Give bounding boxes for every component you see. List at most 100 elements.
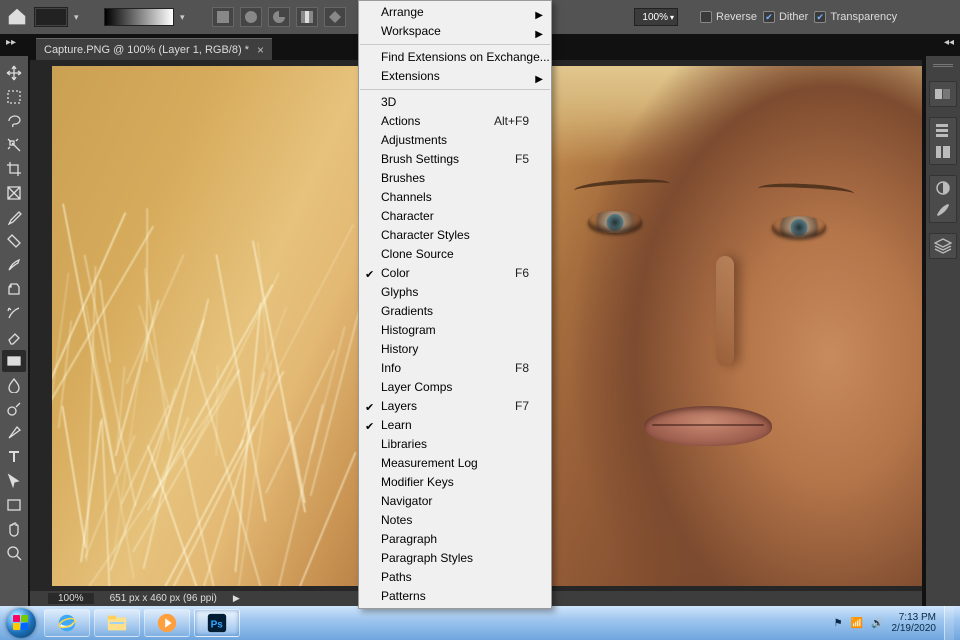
taskbar-internet-explorer[interactable]	[44, 609, 90, 637]
tool-path-select[interactable]	[2, 470, 26, 492]
menu-item-adjustments[interactable]: Adjustments	[359, 131, 551, 150]
opacity-input[interactable]: 100%▾	[634, 8, 678, 26]
tool-frame[interactable]	[2, 182, 26, 204]
menu-item-paths[interactable]: Paths	[359, 568, 551, 587]
gradient-linear-icon[interactable]	[212, 7, 234, 27]
tool-move[interactable]	[2, 62, 26, 84]
menu-item-brushes[interactable]: Brushes	[359, 169, 551, 188]
menu-item-info[interactable]: InfoF8	[359, 359, 551, 378]
document-title: Capture.PNG @ 100% (Layer 1, RGB/8) *	[44, 44, 249, 56]
menu-item-paragraph-styles[interactable]: Paragraph Styles	[359, 549, 551, 568]
menu-item-libraries[interactable]: Libraries	[359, 435, 551, 454]
adjustments-panel-icon	[934, 180, 952, 196]
home-icon[interactable]	[6, 6, 28, 28]
menu-item-patterns[interactable]: Patterns	[359, 587, 551, 606]
learn-panel-icon	[934, 122, 952, 138]
color-panel-icon	[934, 86, 952, 102]
menu-item-find-extensions-on-exchange[interactable]: Find Extensions on Exchange...	[359, 48, 551, 67]
show-desktop-button[interactable]	[944, 606, 954, 640]
tool-lasso[interactable]	[2, 110, 26, 132]
tool-marquee[interactable]	[2, 86, 26, 108]
menu-item-modifier-keys[interactable]: Modifier Keys	[359, 473, 551, 492]
menu-item-brush-settings[interactable]: Brush SettingsF5	[359, 150, 551, 169]
zoom-input[interactable]: 100%	[48, 593, 94, 604]
dither-checkbox[interactable]: Dither	[763, 11, 808, 23]
panel-group-adjustments[interactable]	[929, 175, 957, 223]
tool-gradient[interactable]	[2, 350, 26, 372]
menu-item-histogram[interactable]: Histogram	[359, 321, 551, 340]
shortcut-label: F6	[515, 264, 529, 283]
menu-item-character[interactable]: Character	[359, 207, 551, 226]
menu-item-character-styles[interactable]: Character Styles	[359, 226, 551, 245]
foreground-swatch[interactable]	[34, 7, 68, 27]
transparency-checkbox[interactable]: Transparency	[814, 11, 897, 23]
gradient-radial-icon[interactable]	[240, 7, 262, 27]
tool-eraser[interactable]	[2, 326, 26, 348]
menu-item-channels[interactable]: Channels	[359, 188, 551, 207]
shortcut-label: Alt+F9	[494, 112, 529, 131]
menu-item-clone-source[interactable]: Clone Source	[359, 245, 551, 264]
menu-item-workspace[interactable]: Workspace▶	[359, 22, 551, 41]
start-button[interactable]	[0, 606, 42, 640]
shortcut-label: F5	[515, 150, 529, 169]
taskbar-photoshop[interactable]: Ps	[194, 609, 240, 637]
panel-group-color[interactable]	[929, 81, 957, 107]
chevron-down-icon[interactable]: ▾	[180, 12, 190, 23]
menu-item-learn[interactable]: Learn✔	[359, 416, 551, 435]
menu-item-actions[interactable]: ActionsAlt+F9	[359, 112, 551, 131]
gradient-reflected-icon[interactable]	[296, 7, 318, 27]
tool-magic-wand[interactable]	[2, 134, 26, 156]
tray-network-icon[interactable]: 📶	[851, 618, 863, 629]
taskbar-media-player[interactable]	[144, 609, 190, 637]
menu-item-gradients[interactable]: Gradients	[359, 302, 551, 321]
window-menu: Arrange▶Workspace▶ Find Extensions on Exc…	[358, 0, 552, 609]
tool-history-brush[interactable]	[2, 302, 26, 324]
panel-group-layers[interactable]	[929, 233, 957, 259]
expand-panels-right-icon[interactable]: ◂◂	[944, 37, 954, 48]
menu-item-layer-comps[interactable]: Layer Comps	[359, 378, 551, 397]
reverse-checkbox[interactable]: Reverse	[700, 11, 757, 23]
tool-rectangle[interactable]	[2, 494, 26, 516]
tray-flag-icon[interactable]: ⚑	[834, 618, 843, 629]
tool-healing[interactable]	[2, 230, 26, 252]
tool-hand[interactable]	[2, 518, 26, 540]
menu-item-measurement-log[interactable]: Measurement Log	[359, 454, 551, 473]
svg-text:Ps: Ps	[211, 620, 224, 631]
tool-dodge[interactable]	[2, 398, 26, 420]
submenu-arrow-icon: ▶	[535, 25, 543, 44]
menu-item-arrange[interactable]: Arrange▶	[359, 3, 551, 22]
chevron-down-icon[interactable]: ▾	[74, 12, 84, 23]
tool-blur[interactable]	[2, 374, 26, 396]
gradient-preview[interactable]	[104, 8, 174, 26]
system-tray: ⚑ 📶 🔊 7:13 PM 2/19/2020	[834, 606, 960, 640]
close-icon[interactable]: ×	[257, 43, 264, 57]
menu-item-3d[interactable]: 3D	[359, 93, 551, 112]
menu-item-layers[interactable]: LayersF7✔	[359, 397, 551, 416]
menu-item-history[interactable]: History	[359, 340, 551, 359]
tray-volume-icon[interactable]: 🔊	[871, 618, 883, 629]
taskbar-file-explorer[interactable]	[94, 609, 140, 637]
menu-item-glyphs[interactable]: Glyphs	[359, 283, 551, 302]
tool-brush[interactable]	[2, 254, 26, 276]
gradient-angle-icon[interactable]	[268, 7, 290, 27]
menu-item-notes[interactable]: Notes	[359, 511, 551, 530]
tool-crop[interactable]	[2, 158, 26, 180]
menu-item-color[interactable]: ColorF6✔	[359, 264, 551, 283]
menu-item-paragraph[interactable]: Paragraph	[359, 530, 551, 549]
layers-panel-icon	[934, 238, 952, 254]
tool-pen[interactable]	[2, 422, 26, 444]
tool-zoom[interactable]	[2, 542, 26, 564]
gradient-diamond-icon[interactable]	[324, 7, 346, 27]
menu-item-navigator[interactable]: Navigator	[359, 492, 551, 511]
dock-handle-icon[interactable]	[933, 64, 953, 67]
panel-group-learn[interactable]	[929, 117, 957, 165]
tool-eyedropper[interactable]	[2, 206, 26, 228]
tool-type[interactable]	[2, 446, 26, 468]
expand-panels-left-icon[interactable]: ▸▸	[6, 37, 16, 48]
libraries-panel-icon	[934, 144, 952, 160]
menu-item-extensions[interactable]: Extensions▶	[359, 67, 551, 86]
tool-clone[interactable]	[2, 278, 26, 300]
chevron-right-icon[interactable]: ▶	[233, 593, 240, 604]
document-tab[interactable]: Capture.PNG @ 100% (Layer 1, RGB/8) * ×	[36, 38, 272, 60]
taskbar-clock[interactable]: 7:13 PM 2/19/2020	[892, 612, 937, 634]
